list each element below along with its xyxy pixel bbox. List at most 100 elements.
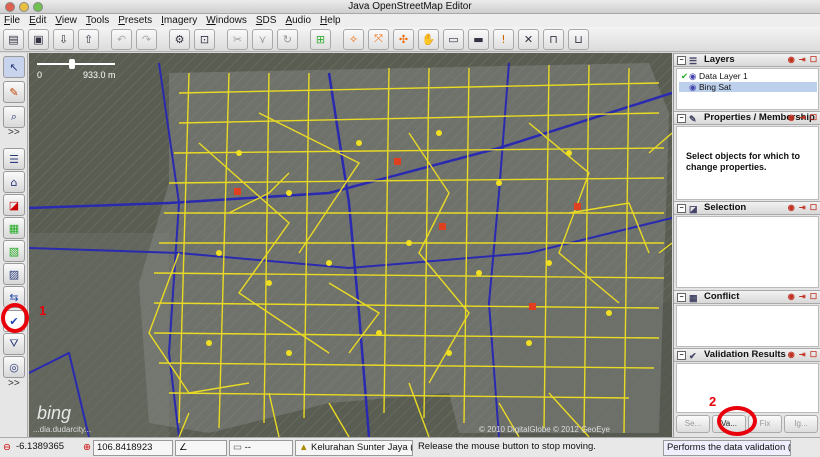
combine-way-icon[interactable]: ⋎ xyxy=(252,28,273,50)
orthogonalize-icon[interactable]: ⊞ xyxy=(310,28,331,50)
action-hint: Performs the data validation (O+V) xyxy=(662,439,791,456)
toggle-dialog-filters-icon[interactable]: ⛛ xyxy=(3,333,25,355)
selection-icon: ◪ xyxy=(689,204,698,214)
collapse-icon[interactable]: − xyxy=(677,351,686,360)
toggle-dialog-layers-icon[interactable]: ☰ xyxy=(3,148,25,170)
toggle-dialog-selection-icon[interactable]: ◪ xyxy=(3,194,25,216)
map-canvas[interactable]: bing xyxy=(29,53,672,437)
toggle-dialog-commands-icon[interactable]: ▧ xyxy=(3,240,25,262)
conflict-dialog-header[interactable]: − ▦ Conflict ◉ ⇥ ☐ xyxy=(674,290,820,304)
select-tool-icon[interactable]: ↖ xyxy=(3,56,25,78)
dialog-controls-icon[interactable]: ◉ ⇥ ☐ xyxy=(788,202,818,214)
save-icon[interactable]: ▣ xyxy=(28,28,49,50)
layers-list: ✔ ◉ Data Layer 1 ◉ Bing Sat xyxy=(676,68,819,110)
reverse-icon[interactable]: ✣ xyxy=(393,28,414,50)
annotation-number: 1 xyxy=(39,303,47,318)
dialog-controls-icon[interactable]: ◉ ⇥ ☐ xyxy=(788,349,818,361)
longitude-field: 106.8418923 xyxy=(92,439,173,456)
scale-zero: 0 xyxy=(37,70,43,80)
layer-name: Data Layer 1 xyxy=(699,71,748,81)
menu-view[interactable]: View xyxy=(51,14,82,27)
redo-icon[interactable]: ↷ xyxy=(136,28,157,50)
car-icon[interactable]: ▭ xyxy=(443,28,464,50)
toggle-dialog-tags-icon[interactable]: ⌂ xyxy=(3,171,25,193)
open-icon[interactable]: ▤ xyxy=(3,28,24,50)
undo-icon[interactable]: ↶ xyxy=(111,28,132,50)
visibility-eye-icon[interactable]: ◉ xyxy=(689,71,696,81)
menu-edit[interactable]: Edit xyxy=(25,14,51,27)
dialog-controls-icon[interactable]: ◉ ⇥ ☐ xyxy=(788,291,818,303)
preferences-icon[interactable]: ⚙ xyxy=(169,28,190,50)
info-icon[interactable]: ! xyxy=(493,28,514,50)
map-view[interactable]: bing 0 933.0 m ...dia.dudarcity... © 201… xyxy=(29,53,672,437)
visibility-eye-icon[interactable]: ◉ xyxy=(689,82,696,92)
zoom-window-icon[interactable] xyxy=(33,2,43,12)
tunnel-icon[interactable]: ⊔ xyxy=(568,28,589,50)
split-way-icon[interactable]: ✂ xyxy=(227,28,248,50)
selection-title: Selection xyxy=(704,202,747,213)
menu-bar: File Edit View Tools Presets Imagery Win… xyxy=(0,14,820,27)
right-panel: − ☰ Layers ◉ ⇥ ☐ ✔ ◉ Data Layer 1 ◉ Bing… xyxy=(673,53,820,437)
menu-help[interactable]: Help xyxy=(316,14,346,27)
main-toolbar: ▤ ▣ ⇩ ⇧ ↶ ↷ ⚙ ⊡ ✂ ⋎ ↻ ⊞ ✧ ⤧ ✣ ✋ ▭ ▬ ! ✕ … xyxy=(0,27,820,52)
bus-icon[interactable]: ▬ xyxy=(468,28,489,50)
status-bar: ⊖ -6.1389365 ⊕ 106.8418923 ∠ ▭ -- ▲ Kelu… xyxy=(0,437,820,457)
zoom-tool-icon[interactable]: ⌕ xyxy=(3,106,25,128)
minimize-window-icon[interactable] xyxy=(19,2,29,12)
delete-icon[interactable]: ✕ xyxy=(518,28,539,50)
imagery-copyright: © 2010 DigitalGlobe © 2012 GeoEye xyxy=(479,425,610,434)
download-icon[interactable]: ⇩ xyxy=(53,28,74,50)
more-tools-icon[interactable]: >> xyxy=(8,127,20,138)
collapse-icon[interactable]: − xyxy=(677,204,686,213)
bridge-icon[interactable]: ⊓ xyxy=(543,28,564,50)
menu-tools[interactable]: Tools xyxy=(82,14,114,27)
layer-item[interactable]: ✔ ◉ Data Layer 1 xyxy=(679,71,817,81)
collapse-icon[interactable]: − xyxy=(677,56,686,65)
properties-dialog-header[interactable]: − ✎ Properties / Membership ◉ ⇥ ☐ xyxy=(674,111,820,125)
properties-body: Select objects for which to change prope… xyxy=(676,126,819,200)
ignore-button[interactable]: Ig... xyxy=(784,415,818,433)
dialog-controls-icon[interactable]: ◉ ⇥ ☐ xyxy=(788,54,818,66)
left-toolbar: ↖ ✎ ⌕ >> ☰ ⌂ ◪ ▦ ▧ ▨ ⇆ ✔ ⛛ ◎ >> xyxy=(0,53,28,437)
close-window-icon[interactable] xyxy=(5,2,15,12)
name-field: ▲ Kelurahan Sunter Jaya (... xyxy=(294,439,413,456)
scale-slider-icon[interactable] xyxy=(69,59,75,69)
menu-windows[interactable]: Windows xyxy=(202,14,252,27)
layers-title: Layers xyxy=(704,54,735,65)
map-attribution[interactable]: ...dia.dudarcity... xyxy=(33,425,91,434)
validation-results-list xyxy=(676,363,819,413)
zoom-icon[interactable]: ⊡ xyxy=(194,28,215,50)
layers-dialog-header[interactable]: − ☰ Layers ◉ ⇥ ☐ xyxy=(674,53,820,67)
dialog-controls-icon[interactable]: ◉ ⇥ ☐ xyxy=(788,112,818,124)
refresh-icon[interactable]: ↻ xyxy=(277,28,298,50)
more-dialogs-icon[interactable]: >> xyxy=(8,378,20,389)
menu-sds[interactable]: SDS xyxy=(252,14,282,27)
toggle-dialog-relations-icon[interactable]: ▦ xyxy=(3,217,25,239)
validation-dialog-header[interactable]: − ✔ Validation Results ◉ ⇥ ☐ xyxy=(674,348,820,362)
longitude-icon: ⊕ xyxy=(82,442,91,453)
collapse-icon[interactable]: − xyxy=(677,114,686,123)
simplify-icon[interactable]: ⤧ xyxy=(368,28,389,50)
menu-file[interactable]: File xyxy=(0,14,25,27)
menu-imagery[interactable]: Imagery xyxy=(157,14,202,27)
heading-field: ∠ xyxy=(174,439,227,456)
draw-tool-icon[interactable]: ✎ xyxy=(3,81,25,103)
collapse-icon[interactable]: − xyxy=(677,293,686,302)
toggle-dialog-map-paint-icon[interactable]: ◎ xyxy=(3,356,25,378)
conflict-title: Conflict xyxy=(704,291,740,302)
latitude-icon: ⊖ xyxy=(3,442,11,453)
layer-item[interactable]: ◉ Bing Sat xyxy=(679,82,817,92)
distance-field: ▭ -- xyxy=(228,439,293,456)
selection-dialog-header[interactable]: − ◪ Selection ◉ ⇥ ☐ xyxy=(674,201,820,215)
align-circle-icon[interactable]: ✧ xyxy=(343,28,364,50)
toggle-dialog-history-icon[interactable]: ▨ xyxy=(3,263,25,285)
upload-icon[interactable]: ⇧ xyxy=(78,28,99,50)
menu-audio[interactable]: Audio xyxy=(281,14,316,27)
select-button[interactable]: Se... xyxy=(676,415,710,433)
conflict-list xyxy=(676,305,819,347)
hand-icon[interactable]: ✋ xyxy=(418,28,439,50)
menu-presets[interactable]: Presets xyxy=(114,14,157,27)
window-title: Java OpenStreetMap Editor xyxy=(348,1,472,12)
scale-bar: 0 933.0 m xyxy=(37,58,117,80)
active-layer-icon: ✔ xyxy=(681,71,689,81)
